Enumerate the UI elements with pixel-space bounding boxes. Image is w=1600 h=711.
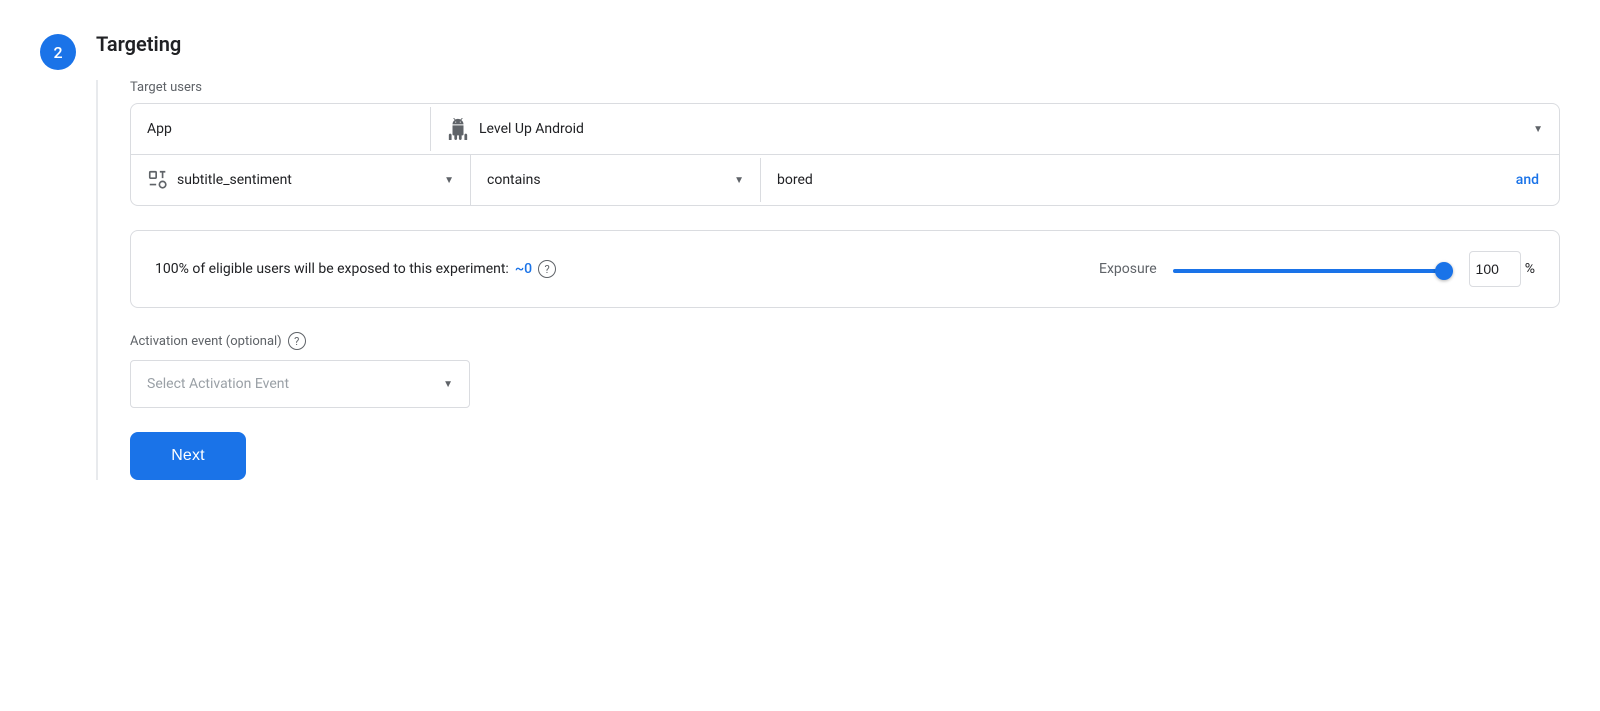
percent-symbol: %: [1525, 261, 1535, 277]
slider-container: [1173, 261, 1453, 277]
filter-field-left: subtitle_sentiment: [147, 169, 292, 191]
activation-help-icon[interactable]: ?: [288, 332, 306, 350]
target-users-label: Target users: [130, 80, 1560, 95]
next-button[interactable]: Next: [130, 432, 246, 480]
exposure-description: 100% of eligible users will be exposed t…: [155, 260, 556, 278]
exposure-input[interactable]: [1469, 251, 1521, 287]
operator-cell[interactable]: contains ▼: [471, 158, 761, 202]
app-label-cell: App: [131, 107, 431, 151]
page-container: 2 Targeting Target users App: [0, 0, 1600, 512]
condition-value: bored: [777, 172, 813, 188]
and-link[interactable]: and: [1516, 172, 1543, 188]
filter-row: subtitle_sentiment ▼ contains ▼ bored an…: [131, 155, 1559, 205]
page-title: Targeting: [96, 32, 1560, 56]
exposure-card: 100% of eligible users will be exposed t…: [130, 230, 1560, 308]
attribute-icon: [147, 169, 169, 191]
app-select-value: Level Up Android: [447, 118, 1525, 140]
step-number: 2: [53, 43, 62, 62]
filter-field-value: subtitle_sentiment: [177, 172, 292, 188]
app-label: App: [147, 121, 172, 137]
condition-value-cell: bored and: [761, 158, 1559, 202]
app-dropdown-arrow: ▼: [1533, 124, 1543, 135]
app-select-cell[interactable]: Level Up Android ▼: [431, 104, 1559, 154]
app-select-text: Level Up Android: [479, 121, 584, 137]
activation-label: Activation event (optional): [130, 334, 282, 349]
exposure-slider[interactable]: [1173, 269, 1453, 273]
filter-field-arrow: ▼: [444, 175, 454, 186]
exposure-label: Exposure: [1099, 261, 1157, 277]
step-badge: 2: [40, 34, 76, 70]
activation-dropdown[interactable]: Select Activation Event ▼: [130, 360, 470, 408]
exposure-controls: Exposure %: [1099, 251, 1535, 287]
left-border-section: Target users App: [96, 80, 1560, 480]
activation-placeholder: Select Activation Event: [147, 376, 289, 392]
activation-label-row: Activation event (optional) ?: [130, 332, 1560, 350]
activation-dropdown-arrow: ▼: [443, 379, 453, 390]
app-row: App Level Up Android ▼: [131, 104, 1559, 155]
operator-arrow: ▼: [734, 175, 744, 186]
target-users-section: Target users App: [130, 80, 1560, 206]
exposure-help-icon[interactable]: ?: [538, 260, 556, 278]
operator-value: contains: [487, 172, 541, 188]
activation-section: Activation event (optional) ? Select Act…: [130, 332, 1560, 408]
android-icon: [447, 118, 469, 140]
exposure-user-count[interactable]: ~0: [515, 261, 532, 277]
filter-field-cell[interactable]: subtitle_sentiment ▼: [131, 155, 471, 205]
exposure-input-container: %: [1469, 251, 1535, 287]
content-area: Targeting Target users App: [96, 32, 1560, 480]
targeting-table: App Level Up Android ▼: [130, 103, 1560, 206]
exposure-prefix: 100% of eligible users will be exposed t…: [155, 261, 509, 277]
